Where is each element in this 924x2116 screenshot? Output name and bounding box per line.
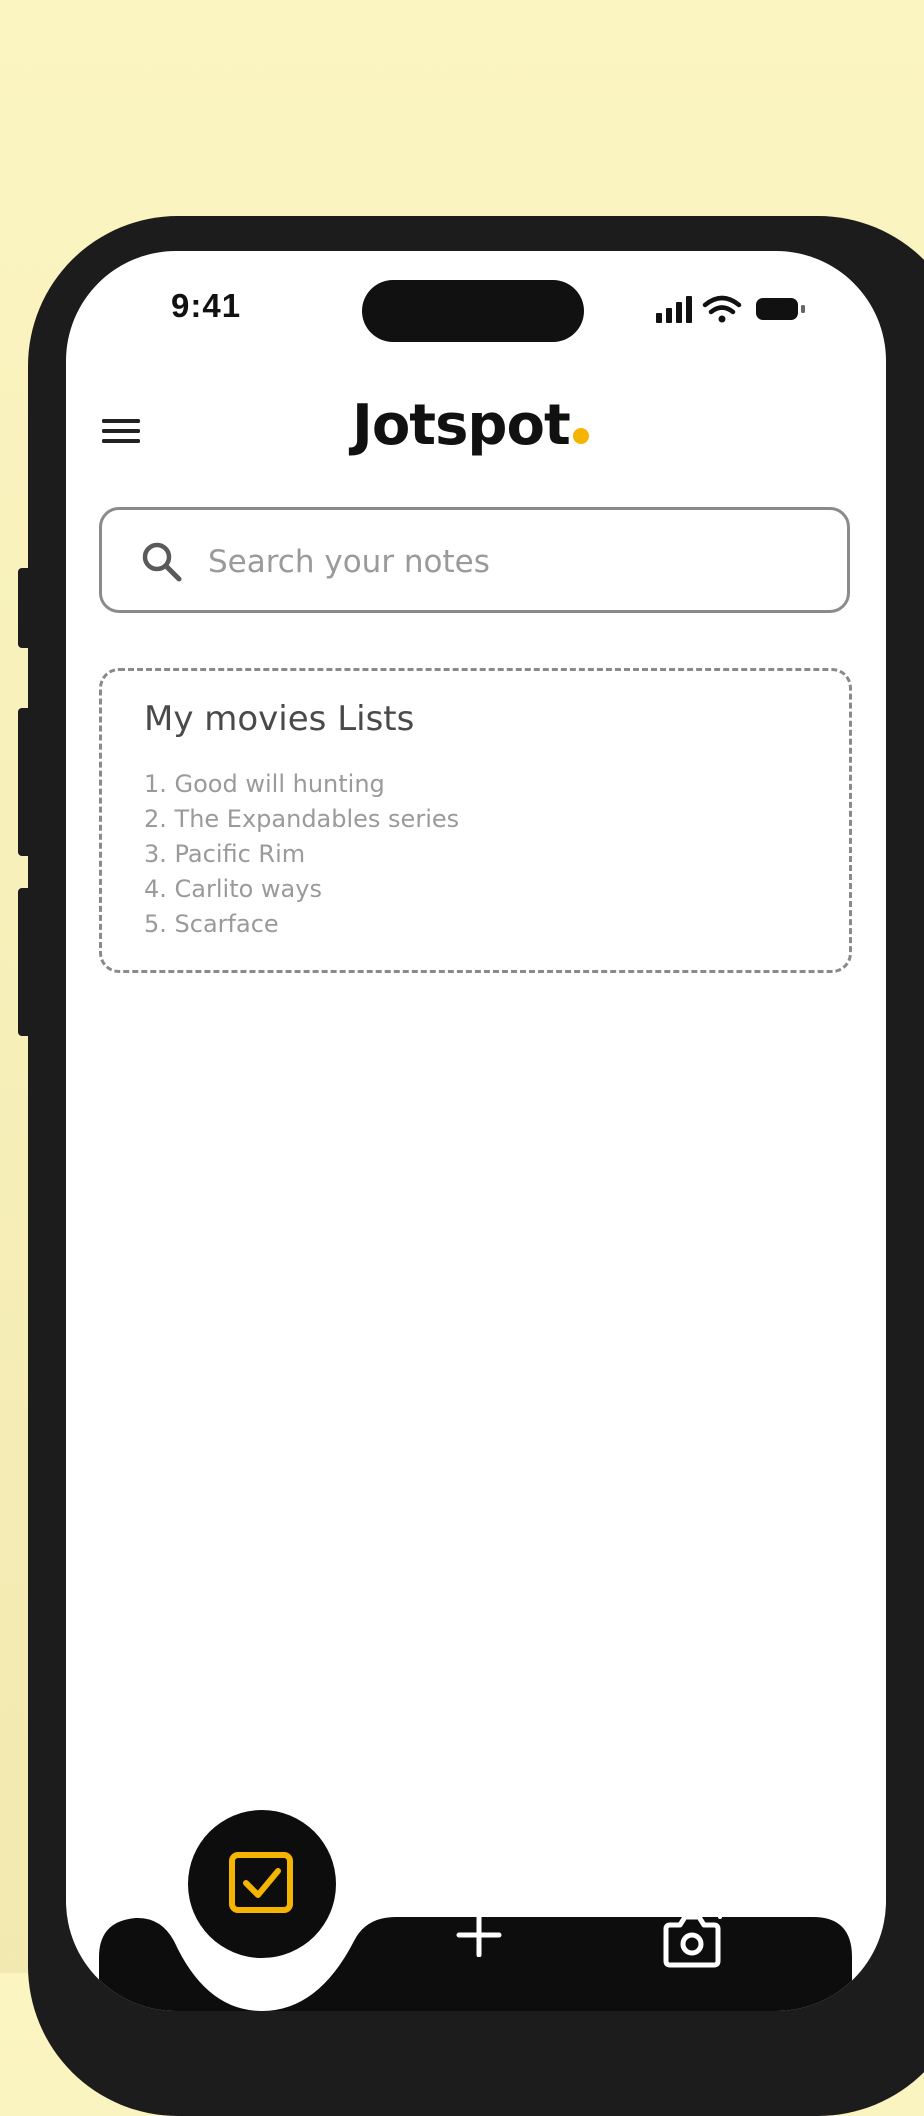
volume-down-button: [18, 888, 28, 1036]
search-input[interactable]: [206, 534, 810, 590]
note-item: 5. Scarface: [144, 910, 279, 938]
battery-icon: [756, 298, 805, 320]
app-name: Jotspot: [352, 393, 571, 458]
note-item: 1. Good will hunting: [144, 770, 385, 798]
note-item: 3. Pacific Rim: [144, 840, 306, 868]
note-items: 1. Good will hunting 2. The Expandables …: [144, 767, 459, 942]
search-icon: [140, 540, 184, 584]
app-logo: Jotspot: [352, 393, 589, 458]
status-time: 9:41: [171, 287, 242, 324]
plus-icon[interactable]: [456, 1911, 502, 1961]
checklist-fab[interactable]: [174, 1809, 350, 1963]
dynamic-island: [362, 280, 584, 342]
status-icons: [656, 293, 826, 331]
logo-dot: [572, 428, 589, 444]
camera-plus-icon[interactable]: [658, 1899, 730, 1973]
menu-icon[interactable]: [102, 415, 142, 447]
search-box[interactable]: [99, 507, 850, 613]
note-card[interactable]: My movies Lists 1. Good will hunting 2. …: [99, 668, 852, 973]
action-button: [18, 568, 28, 648]
wifi-icon: [702, 295, 742, 323]
volume-up-button: [18, 708, 28, 856]
note-item: 4. Carlito ways: [144, 875, 322, 903]
note-title: My movies Lists: [144, 699, 415, 739]
signal-icon: [656, 296, 692, 323]
note-item: 2. The Expandables series: [144, 805, 460, 833]
app-screen: 9:41 Jotspot Search your notes My movies…: [66, 251, 886, 2011]
